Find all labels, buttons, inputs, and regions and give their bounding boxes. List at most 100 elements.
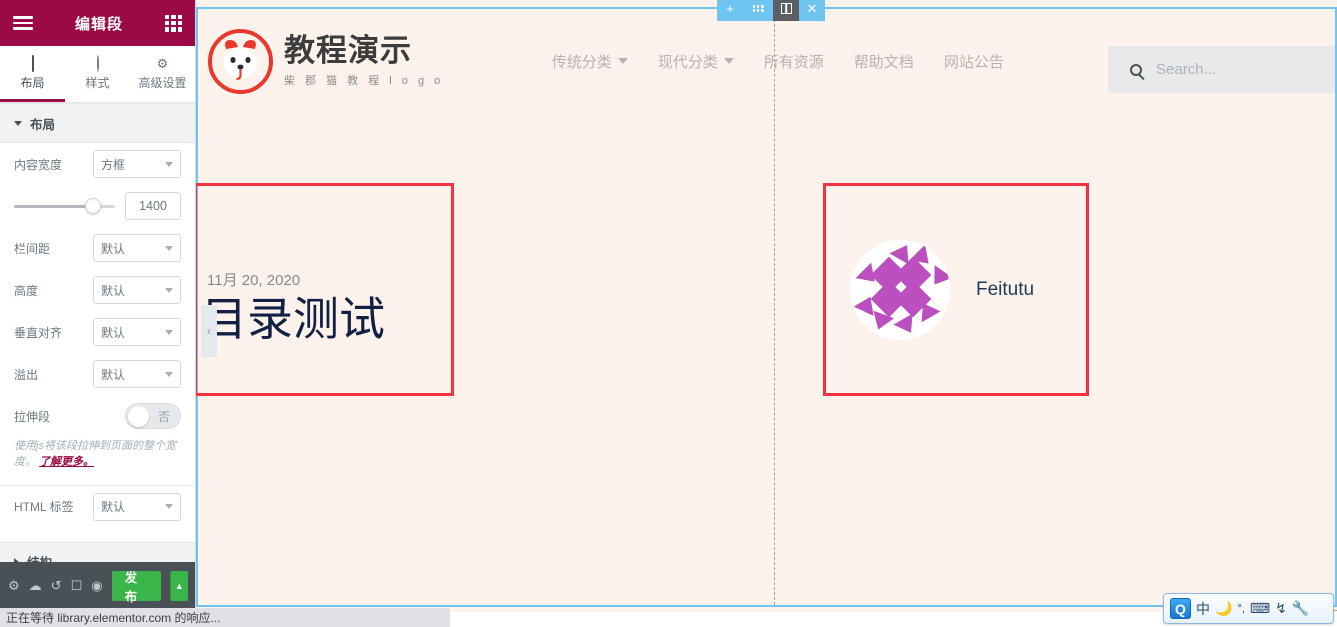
control-overflow: 溢出 默认	[14, 353, 181, 395]
chevron-down-icon	[165, 287, 173, 293]
learn-more-link[interactable]: 了解更多。	[39, 456, 94, 468]
section-layout-header[interactable]: 布局	[0, 103, 195, 143]
html-tag-controls: HTML 标签 默认	[0, 485, 195, 528]
screen: 编辑段 布局 样式 ⚙ 高级设置 布局 内容宽度 方框 1400 栏间距 默认 …	[0, 0, 1337, 627]
chevron-down-icon	[165, 245, 173, 251]
elementor-panel: 编辑段 布局 样式 ⚙ 高级设置 布局 内容宽度 方框 1400 栏间距 默认 …	[0, 0, 196, 610]
dog-avatar-icon	[208, 28, 273, 94]
control-vertical-align: 垂直对齐 默认	[14, 311, 181, 353]
nav-item-resources[interactable]: 所有资源	[764, 51, 824, 72]
control-height: 高度 默认	[14, 269, 181, 311]
height-select[interactable]: 默认	[93, 276, 181, 304]
nav-label: 所有资源	[763, 53, 824, 71]
nav-item-announcements[interactable]: 网站公告	[944, 51, 1004, 72]
tab-style[interactable]: 样式	[65, 46, 130, 102]
layout-controls: 内容宽度 方框 1400 栏间距 默认 高度 默认 垂直对齐 默认 溢出 默认 …	[0, 143, 195, 437]
site-header: 教程演示 柴 郡 猫 教 程 l o g o 传统分类 现代分类 所有资源 帮助…	[198, 9, 1335, 113]
html-tag-label: HTML 标签	[14, 500, 74, 515]
toggle-knob	[127, 405, 149, 427]
author-name: Feitutu	[976, 278, 1035, 300]
search-input[interactable]: Search...	[1108, 46, 1335, 93]
nav-label: 现代分类	[657, 53, 718, 71]
search-icon	[1130, 63, 1142, 76]
wrench-icon[interactable]: 🔧	[1292, 600, 1309, 617]
publish-button[interactable]: 发布	[111, 571, 161, 604]
post-date: 11月 20, 2020	[207, 272, 301, 289]
width-slider[interactable]	[14, 198, 115, 214]
width-input[interactable]: 1400	[125, 192, 181, 220]
stretch-label: 拉伸段	[14, 409, 51, 424]
stretch-value: 否	[157, 409, 170, 424]
responsive-icon[interactable]: ☐	[71, 578, 83, 594]
moon-icon[interactable]: 🌙	[1215, 600, 1232, 617]
column-gap-select[interactable]: 默认	[93, 234, 181, 262]
plus-icon[interactable]: +	[717, 0, 743, 21]
nav-label: 帮助文档	[853, 53, 914, 71]
publish-options-icon[interactable]: ▲	[169, 571, 188, 601]
section-layout-label: 布局	[30, 117, 56, 132]
punctuation-icon[interactable]: °,	[1237, 603, 1244, 615]
toolbox-icon[interactable]: ↯	[1275, 600, 1287, 617]
height-value: 默认	[101, 283, 126, 298]
chevron-down-icon	[165, 161, 173, 167]
logo-text: 教程演示 柴 郡 猫 教 程 l o g o	[284, 35, 444, 88]
tab-advanced-label: 高级设置	[138, 76, 187, 90]
history-icon[interactable]: ↺	[51, 578, 62, 594]
settings-icon[interactable]: ⚙	[8, 578, 20, 594]
ime-toolbar: Q 中 🌙 °, ⌨ ↯ 🔧	[1163, 593, 1334, 624]
ime-mode-toggle[interactable]: 中	[1196, 599, 1210, 619]
control-stretch-section: 拉伸段 否	[14, 395, 181, 437]
tab-advanced[interactable]: ⚙ 高级设置	[130, 46, 195, 102]
html-tag-value: 默认	[101, 500, 126, 515]
control-html-tag: HTML 标签 默认	[14, 486, 181, 528]
chevron-down-icon	[165, 371, 173, 377]
section-toolbar: + ✕	[717, 0, 825, 21]
overflow-value: 默认	[101, 367, 126, 382]
search-placeholder: Search...	[1156, 61, 1217, 78]
tab-layout-label: 布局	[20, 76, 45, 90]
tab-layout[interactable]: 布局	[0, 46, 65, 102]
nav-label: 传统分类	[551, 53, 612, 71]
logo-subtitle: 柴 郡 猫 教 程 l o g o	[284, 74, 444, 87]
control-column-gap: 栏间距 默认	[14, 227, 181, 269]
overflow-select[interactable]: 默认	[93, 360, 181, 388]
geometric-avatar-icon	[850, 239, 950, 340]
control-width-slider: 1400	[14, 185, 181, 227]
close-icon[interactable]: ✕	[799, 0, 825, 21]
content-width-select[interactable]: 方框	[93, 150, 181, 178]
nav-item-docs[interactable]: 帮助文档	[854, 51, 914, 72]
control-content-width: 内容宽度 方框	[14, 143, 181, 185]
drag-dots-icon[interactable]	[743, 0, 773, 21]
vertical-align-select[interactable]: 默认	[93, 318, 181, 346]
hamburger-icon[interactable]	[13, 16, 33, 30]
grid-icon[interactable]	[165, 14, 182, 32]
preview-icon[interactable]: ◉	[91, 578, 102, 594]
site-logo[interactable]: 教程演示 柴 郡 猫 教 程 l o g o	[208, 28, 444, 94]
overflow-label: 溢出	[14, 367, 39, 382]
vertical-align-value: 默认	[101, 325, 126, 340]
chevron-down-icon	[14, 120, 22, 126]
panel-footer: ⚙ ☁ ↺ ☐ ◉ 发布 ▲	[0, 562, 195, 610]
slider-fill	[14, 205, 93, 208]
author-card[interactable]: Feitutu	[823, 183, 1089, 396]
nav-item-traditional[interactable]: 传统分类	[552, 51, 628, 72]
keyboard-icon[interactable]: ⌨	[1250, 600, 1270, 617]
chevron-down-icon	[165, 504, 173, 510]
prev-arrow-button[interactable]: ‹	[201, 305, 217, 357]
qq-ime-logo-icon[interactable]: Q	[1170, 598, 1191, 619]
html-tag-select[interactable]: 默认	[93, 492, 181, 521]
slider-knob[interactable]	[84, 198, 101, 214]
vertical-align-label: 垂直对齐	[14, 325, 63, 340]
height-label: 高度	[14, 283, 39, 298]
stretch-toggle[interactable]: 否	[125, 403, 181, 429]
selected-section[interactable]: + ✕ 教程演示 柴 郡 猫 教 程 l o g o 传统分类 现代分类 所有资…	[196, 0, 1337, 607]
columns-icon[interactable]	[773, 0, 799, 21]
panel-header: 编辑段	[0, 0, 195, 46]
nav-label: 网站公告	[943, 53, 1004, 71]
post-card[interactable]: ‹ 11月 20, 2020 目录测试	[196, 183, 454, 396]
column-gap-label: 栏间距	[14, 241, 51, 256]
preview-area: + ✕ 教程演示 柴 郡 猫 教 程 l o g o 传统分类 现代分类 所有资…	[196, 0, 1337, 612]
navigator-icon[interactable]: ☁	[29, 578, 42, 594]
gear-icon: ⚙	[156, 56, 169, 71]
nav-item-modern[interactable]: 现代分类	[658, 51, 734, 72]
